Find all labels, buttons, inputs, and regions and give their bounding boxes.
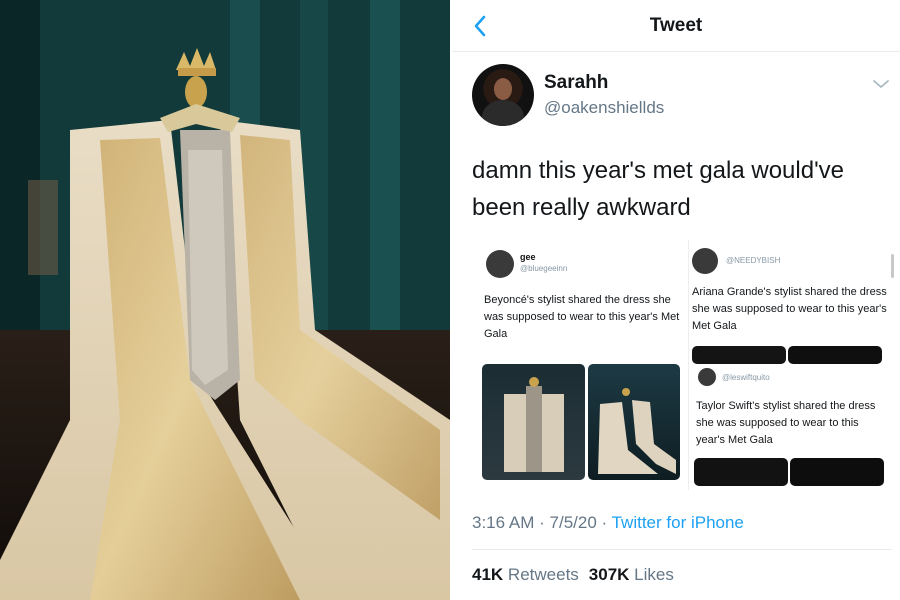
tweet-panel: Tweet Sarahh @oakenshiellds damn this ye… (452, 0, 900, 600)
embedded-handle-right-top: @NEEDYBISH (726, 256, 781, 265)
embedded-text-right-bottom: Taylor Swift's stylist shared the dress … (696, 400, 876, 446)
embedded-avatar-right-top (692, 248, 718, 274)
embedded-photo-6 (790, 458, 884, 486)
embedded-handle-right-bottom: @leswiftquito (722, 373, 770, 382)
retweets-label: Retweets (507, 565, 579, 584)
embedded-text-right-top: Ariana Grande's stylist shared the dress… (692, 286, 887, 332)
retweets-stat[interactable]: 41K Retweets (472, 565, 579, 584)
tweet-text: damn this year's met gala would've been … (472, 157, 845, 221)
embedded-photo-4 (788, 346, 882, 364)
embedded-handle-left: @bluegeeinn (520, 264, 568, 273)
tweet-meta: 3:16 AM · 7/5/20 · Twitter for iPhone (472, 513, 744, 533)
embedded-avatar-right-bottom (698, 368, 716, 386)
avatar-face (494, 78, 512, 100)
chevron-down-icon[interactable] (872, 78, 890, 90)
divider (472, 549, 892, 550)
back-button[interactable] (468, 13, 492, 39)
avatar[interactable] (472, 64, 534, 126)
retweets-count: 41K (472, 565, 504, 584)
meta-separator: · (601, 513, 608, 532)
avatar-body (482, 100, 524, 126)
user-handle[interactable]: @oakenshiellds (544, 98, 664, 118)
embedded-photo-5 (694, 458, 788, 486)
embedded-photo-2 (588, 364, 680, 480)
gown-photo (0, 0, 450, 600)
embedded-photo-1 (482, 364, 585, 480)
embedded-screenshot[interactable]: gee @bluegeeinn Beyoncé's stylist shared… (480, 240, 896, 490)
embedded-text-left: Beyoncé's stylist shared the dress she w… (484, 294, 680, 340)
display-name[interactable]: Sarahh (544, 72, 608, 94)
nav-bar: Tweet (452, 0, 900, 52)
tweet-stats: 41K Retweets 307K Likes (472, 565, 674, 585)
nav-title: Tweet (649, 14, 703, 36)
embedded-photo-3 (692, 346, 786, 364)
likes-label: Likes (634, 565, 674, 584)
embedded-name-left: gee (520, 252, 536, 262)
tweet-date: 7/5/20 (549, 513, 597, 532)
chevron-left-icon (474, 15, 486, 37)
tweet-source-link[interactable]: Twitter for iPhone (612, 513, 744, 532)
gown-illustration (0, 0, 450, 600)
collage-divider (688, 240, 689, 490)
scrollbar (891, 254, 894, 278)
embedded-avatar-left (486, 250, 514, 278)
tweet-time: 3:16 AM (472, 513, 535, 532)
likes-stat[interactable]: 307K Likes (589, 565, 674, 584)
likes-count: 307K (588, 565, 630, 584)
meta-separator: · (539, 513, 545, 532)
